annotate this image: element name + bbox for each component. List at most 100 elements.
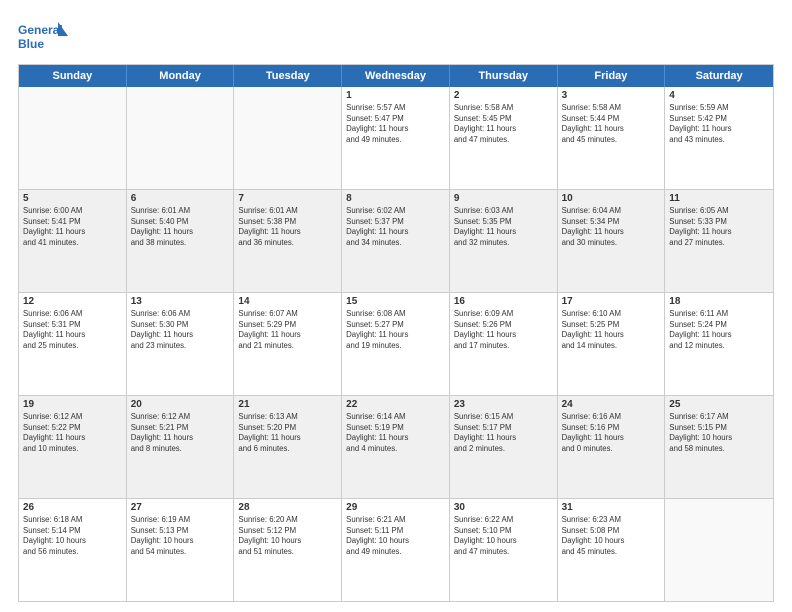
- day-info: Sunrise: 6:12 AM Sunset: 5:22 PM Dayligh…: [23, 412, 122, 454]
- calendar-cell: 21Sunrise: 6:13 AM Sunset: 5:20 PM Dayli…: [234, 396, 342, 498]
- day-info: Sunrise: 6:16 AM Sunset: 5:16 PM Dayligh…: [562, 412, 661, 454]
- day-info: Sunrise: 5:59 AM Sunset: 5:42 PM Dayligh…: [669, 103, 769, 145]
- day-number: 17: [562, 296, 661, 307]
- calendar: SundayMondayTuesdayWednesdayThursdayFrid…: [18, 64, 774, 602]
- cal-header-sunday: Sunday: [19, 65, 127, 87]
- day-info: Sunrise: 6:14 AM Sunset: 5:19 PM Dayligh…: [346, 412, 445, 454]
- calendar-cell: 11 Sunrise: 6:05 AM Sunset: 5:33 PM Dayli…: [665, 190, 773, 292]
- day-number: 28: [238, 502, 337, 513]
- day-info: Sunrise: 5:58 AM Sunset: 5:44 PM Dayligh…: [562, 103, 661, 145]
- calendar-cell: 28 Sunrise: 6:20 AM Sunset: 5:12 PM Dayli…: [234, 499, 342, 601]
- day-number: 6: [131, 193, 230, 204]
- calendar-cell: 25Sunrise: 6:17 AM Sunset: 5:15 PM Dayli…: [665, 396, 773, 498]
- calendar-cell: 14Sunrise: 6:07 AM Sunset: 5:29 PM Dayli…: [234, 293, 342, 395]
- cal-header-tuesday: Tuesday: [234, 65, 342, 87]
- calendar-cell: [127, 87, 235, 189]
- calendar-cell: 9 Sunrise: 6:03 AM Sunset: 5:35 PM Daylig…: [450, 190, 558, 292]
- calendar-body: 1 Sunrise: 5:57 AM Sunset: 5:47 PM Daylig…: [19, 87, 773, 601]
- day-number: 11: [669, 193, 769, 204]
- day-number: 29: [346, 502, 445, 513]
- calendar-cell: 20 Sunrise: 6:12 AM Sunset: 5:21 PM Dayli…: [127, 396, 235, 498]
- day-number: 12: [23, 296, 122, 307]
- header: GeneralBlue: [18, 18, 774, 54]
- calendar-cell: 17 Sunrise: 6:10 AM Sunset: 5:25 PM Dayli…: [558, 293, 666, 395]
- day-info: Sunrise: 6:03 AM Sunset: 5:35 PM Dayligh…: [454, 206, 553, 248]
- day-info: Sunrise: 6:15 AM Sunset: 5:17 PM Dayligh…: [454, 412, 553, 454]
- day-info: Sunrise: 6:11 AM Sunset: 5:24 PM Dayligh…: [669, 309, 769, 351]
- calendar-cell: [19, 87, 127, 189]
- day-number: 15: [346, 296, 445, 307]
- calendar-cell: 23 Sunrise: 6:15 AM Sunset: 5:17 PM Dayli…: [450, 396, 558, 498]
- day-number: 19: [23, 399, 122, 410]
- day-number: 1: [346, 90, 445, 101]
- cal-header-monday: Monday: [127, 65, 235, 87]
- calendar-week-2: 5Sunrise: 6:00 AM Sunset: 5:41 PM Daylig…: [19, 190, 773, 293]
- calendar-cell: 2 Sunrise: 5:58 AM Sunset: 5:45 PM Daylig…: [450, 87, 558, 189]
- day-info: Sunrise: 6:18 AM Sunset: 5:14 PM Dayligh…: [23, 515, 122, 557]
- day-number: 21: [238, 399, 337, 410]
- logo: GeneralBlue: [18, 18, 68, 54]
- calendar-week-5: 26 Sunrise: 6:18 AM Sunset: 5:14 PM Dayli…: [19, 499, 773, 601]
- day-number: 20: [131, 399, 230, 410]
- day-info: Sunrise: 6:20 AM Sunset: 5:12 PM Dayligh…: [238, 515, 337, 557]
- calendar-cell: 24 Sunrise: 6:16 AM Sunset: 5:16 PM Dayli…: [558, 396, 666, 498]
- day-number: 25: [669, 399, 769, 410]
- day-info: Sunrise: 5:57 AM Sunset: 5:47 PM Dayligh…: [346, 103, 445, 145]
- calendar-cell: 10 Sunrise: 6:04 AM Sunset: 5:34 PM Dayli…: [558, 190, 666, 292]
- day-info: Sunrise: 6:05 AM Sunset: 5:33 PM Dayligh…: [669, 206, 769, 248]
- day-number: 9: [454, 193, 553, 204]
- calendar-week-3: 12 Sunrise: 6:06 AM Sunset: 5:31 PM Dayli…: [19, 293, 773, 396]
- calendar-cell: 8 Sunrise: 6:02 AM Sunset: 5:37 PM Daylig…: [342, 190, 450, 292]
- calendar-cell: 30 Sunrise: 6:22 AM Sunset: 5:10 PM Dayli…: [450, 499, 558, 601]
- svg-text:General: General: [18, 23, 63, 37]
- day-info: Sunrise: 6:01 AM Sunset: 5:40 PM Dayligh…: [131, 206, 230, 248]
- day-number: 23: [454, 399, 553, 410]
- calendar-cell: 4 Sunrise: 5:59 AM Sunset: 5:42 PM Daylig…: [665, 87, 773, 189]
- calendar-cell: 5Sunrise: 6:00 AM Sunset: 5:41 PM Daylig…: [19, 190, 127, 292]
- cal-header-wednesday: Wednesday: [342, 65, 450, 87]
- calendar-week-4: 19 Sunrise: 6:12 AM Sunset: 5:22 PM Dayli…: [19, 396, 773, 499]
- calendar-cell: [665, 499, 773, 601]
- day-number: 24: [562, 399, 661, 410]
- page: GeneralBlue SundayMondayTuesdayWednesday…: [0, 0, 792, 612]
- calendar-cell: 1 Sunrise: 5:57 AM Sunset: 5:47 PM Daylig…: [342, 87, 450, 189]
- svg-text:Blue: Blue: [18, 37, 44, 51]
- calendar-cell: 12 Sunrise: 6:06 AM Sunset: 5:31 PM Dayli…: [19, 293, 127, 395]
- day-info: Sunrise: 6:10 AM Sunset: 5:25 PM Dayligh…: [562, 309, 661, 351]
- day-info: Sunrise: 6:06 AM Sunset: 5:31 PM Dayligh…: [23, 309, 122, 351]
- day-number: 26: [23, 502, 122, 513]
- day-number: 22: [346, 399, 445, 410]
- day-number: 16: [454, 296, 553, 307]
- cal-header-saturday: Saturday: [665, 65, 773, 87]
- day-info: Sunrise: 6:07 AM Sunset: 5:29 PM Dayligh…: [238, 309, 337, 351]
- cal-header-thursday: Thursday: [450, 65, 558, 87]
- calendar-cell: 27Sunrise: 6:19 AM Sunset: 5:13 PM Dayli…: [127, 499, 235, 601]
- day-number: 8: [346, 193, 445, 204]
- day-info: Sunrise: 5:58 AM Sunset: 5:45 PM Dayligh…: [454, 103, 553, 145]
- day-number: 2: [454, 90, 553, 101]
- day-number: 7: [238, 193, 337, 204]
- day-number: 30: [454, 502, 553, 513]
- calendar-cell: 18 Sunrise: 6:11 AM Sunset: 5:24 PM Dayli…: [665, 293, 773, 395]
- calendar-cell: 16Sunrise: 6:09 AM Sunset: 5:26 PM Dayli…: [450, 293, 558, 395]
- day-info: Sunrise: 6:22 AM Sunset: 5:10 PM Dayligh…: [454, 515, 553, 557]
- day-number: 5: [23, 193, 122, 204]
- day-info: Sunrise: 6:19 AM Sunset: 5:13 PM Dayligh…: [131, 515, 230, 557]
- day-number: 31: [562, 502, 661, 513]
- day-number: 10: [562, 193, 661, 204]
- calendar-cell: 15 Sunrise: 6:08 AM Sunset: 5:27 PM Dayli…: [342, 293, 450, 395]
- day-number: 4: [669, 90, 769, 101]
- day-info: Sunrise: 6:23 AM Sunset: 5:08 PM Dayligh…: [562, 515, 661, 557]
- day-number: 18: [669, 296, 769, 307]
- day-info: Sunrise: 6:04 AM Sunset: 5:34 PM Dayligh…: [562, 206, 661, 248]
- calendar-header-row: SundayMondayTuesdayWednesdayThursdayFrid…: [19, 65, 773, 87]
- calendar-cell: 3Sunrise: 5:58 AM Sunset: 5:44 PM Daylig…: [558, 87, 666, 189]
- calendar-cell: 22 Sunrise: 6:14 AM Sunset: 5:19 PM Dayli…: [342, 396, 450, 498]
- calendar-week-1: 1 Sunrise: 5:57 AM Sunset: 5:47 PM Daylig…: [19, 87, 773, 190]
- calendar-cell: 19 Sunrise: 6:12 AM Sunset: 5:22 PM Dayli…: [19, 396, 127, 498]
- day-info: Sunrise: 6:21 AM Sunset: 5:11 PM Dayligh…: [346, 515, 445, 557]
- day-info: Sunrise: 6:02 AM Sunset: 5:37 PM Dayligh…: [346, 206, 445, 248]
- day-info: Sunrise: 6:08 AM Sunset: 5:27 PM Dayligh…: [346, 309, 445, 351]
- day-info: Sunrise: 6:12 AM Sunset: 5:21 PM Dayligh…: [131, 412, 230, 454]
- calendar-cell: 13Sunrise: 6:06 AM Sunset: 5:30 PM Dayli…: [127, 293, 235, 395]
